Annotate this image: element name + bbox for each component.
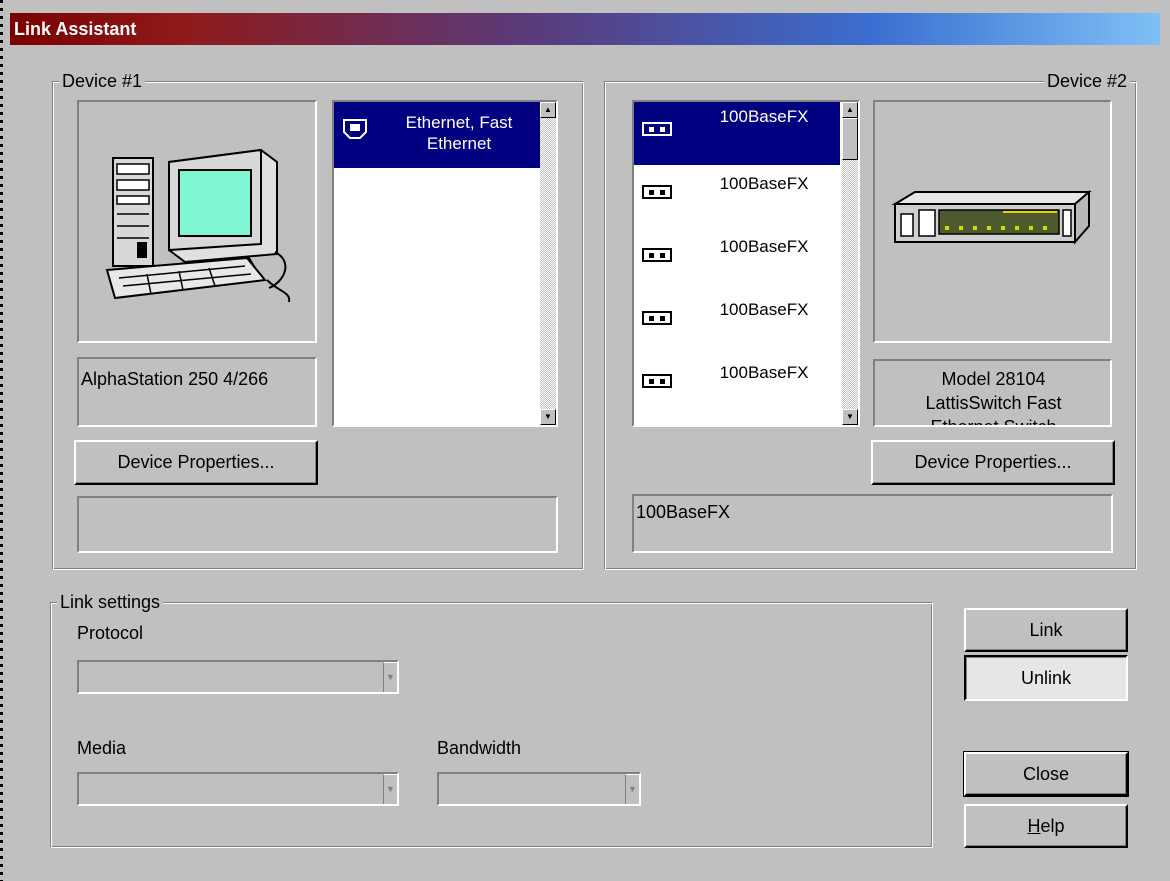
- device2-name: Model 28104 LattisSwitch Fast Ethernet S…: [925, 369, 1062, 427]
- device2-image-frame: [873, 100, 1112, 343]
- fiber-port-icon: [642, 248, 672, 262]
- scroll-thumb[interactable]: [842, 118, 858, 160]
- scroll-up-arrow-icon[interactable]: ▲: [540, 102, 556, 118]
- device2-port-label: 100BaseFX: [719, 237, 809, 256]
- network-switch-icon: [891, 189, 1092, 245]
- device2-port-list[interactable]: 100BaseFX 100BaseFX 100BaseFX 100BaseFX …: [632, 100, 860, 427]
- device1-image-frame: [77, 100, 317, 343]
- dropdown-arrow-icon[interactable]: ▼: [383, 662, 397, 692]
- device1-legend: Device #1: [59, 70, 146, 92]
- workstation-icon: [105, 148, 291, 303]
- window-title: Link Assistant: [14, 19, 137, 39]
- device2-legend: Device #2: [1043, 70, 1130, 92]
- device2-port-label: 100BaseFX: [719, 300, 809, 319]
- device1-port-item[interactable]: Ethernet, Fast Ethernet: [334, 102, 540, 168]
- bandwidth-dropdown[interactable]: ▼: [437, 772, 641, 806]
- link-settings-group: Link settings: [50, 591, 933, 848]
- device2-port-label: 100BaseFX: [719, 174, 809, 193]
- ethernet-port-icon: [343, 119, 367, 139]
- help-mnemonic: H: [1027, 815, 1041, 836]
- close-button[interactable]: Close: [963, 751, 1129, 797]
- link-settings-legend: Link settings: [57, 591, 164, 613]
- device2-port-item[interactable]: 100BaseFX: [634, 291, 840, 354]
- protocol-dropdown[interactable]: ▼: [77, 660, 399, 694]
- device1-status-box: [77, 496, 558, 553]
- media-dropdown[interactable]: ▼: [77, 772, 399, 806]
- bandwidth-label: Bandwidth: [437, 738, 522, 758]
- window-edge: [0, 0, 3, 881]
- scroll-down-arrow-icon[interactable]: ▼: [842, 409, 858, 425]
- device2-status-box: 100BaseFX: [632, 494, 1113, 553]
- media-label: Media: [77, 738, 127, 758]
- device2-name-box: Model 28104 LattisSwitch Fast Ethernet S…: [873, 359, 1112, 427]
- device2-port-item[interactable]: 100BaseFX: [634, 354, 840, 417]
- device2-port-label: 100BaseFX: [719, 107, 809, 126]
- device1-port-scrollbar[interactable]: ▲ ▼: [540, 102, 556, 425]
- device1-port-list[interactable]: Ethernet, Fast Ethernet ▲ ▼: [332, 100, 558, 427]
- fiber-port-icon: [642, 311, 672, 325]
- help-label: elp: [1040, 815, 1065, 836]
- protocol-label: Protocol: [77, 623, 144, 643]
- device2-port-scrollbar[interactable]: ▲ ▼: [842, 102, 858, 425]
- device2-port-label: 100BaseFX: [719, 363, 809, 382]
- fiber-port-icon: [642, 185, 672, 199]
- dropdown-arrow-icon[interactable]: ▼: [625, 774, 639, 804]
- device1-properties-button[interactable]: Device Properties...: [74, 440, 318, 485]
- fiber-port-icon: [642, 122, 672, 136]
- scroll-down-arrow-icon[interactable]: ▼: [540, 409, 556, 425]
- scroll-up-arrow-icon[interactable]: ▲: [842, 102, 858, 118]
- fiber-port-icon: [642, 374, 672, 388]
- unlink-button[interactable]: Unlink: [964, 655, 1128, 701]
- device2-properties-button[interactable]: Device Properties...: [871, 440, 1115, 485]
- device1-name: AlphaStation 250 4/266: [81, 369, 269, 389]
- device2-port-item[interactable]: 100BaseFX: [634, 228, 840, 291]
- dropdown-arrow-icon[interactable]: ▼: [383, 774, 397, 804]
- device2-port-item[interactable]: 100BaseFX: [634, 102, 840, 165]
- title-bar[interactable]: Link Assistant: [10, 13, 1160, 45]
- device2-status: 100BaseFX: [636, 502, 731, 522]
- help-button[interactable]: Help: [964, 804, 1128, 848]
- device1-port-label: Ethernet, Fast Ethernet: [405, 113, 513, 153]
- device2-port-item[interactable]: 100BaseFX: [634, 165, 840, 228]
- device1-name-box: AlphaStation 250 4/266: [77, 357, 317, 427]
- link-button[interactable]: Link: [964, 608, 1128, 652]
